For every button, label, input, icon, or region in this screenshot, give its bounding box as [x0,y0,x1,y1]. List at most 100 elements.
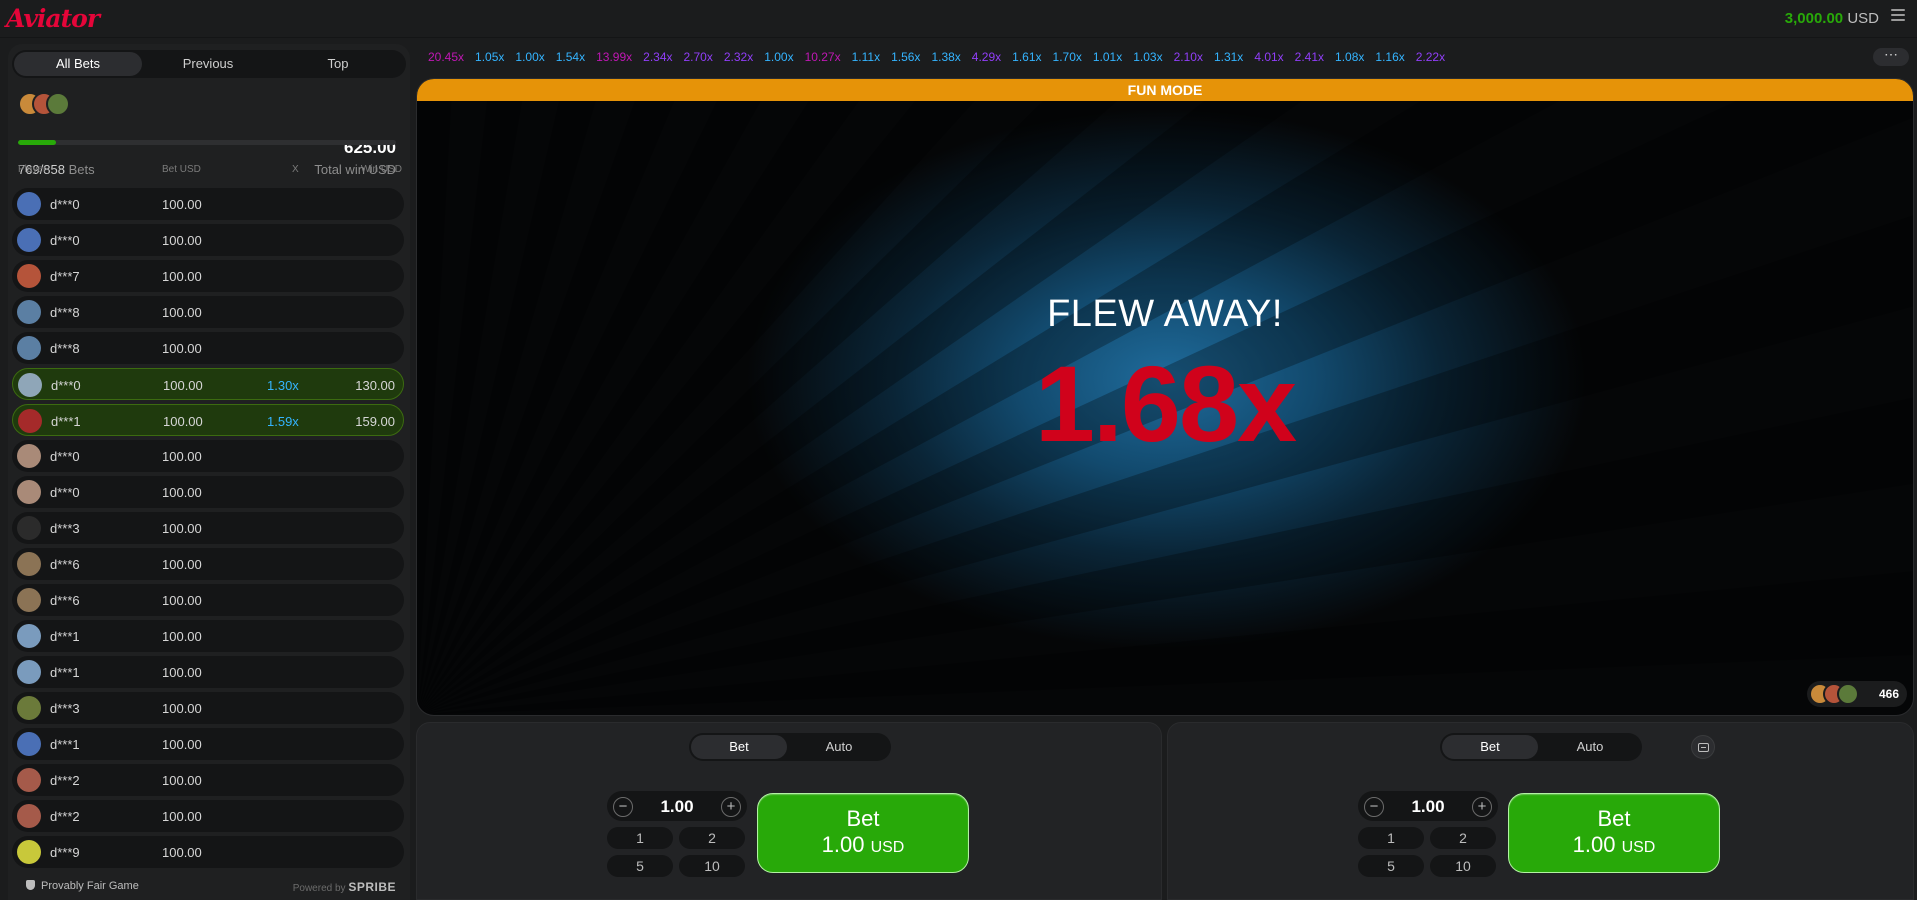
history-multiplier[interactable]: 2.32x [724,50,753,64]
aviator-logo[interactable]: Aviator [6,4,100,33]
bet-row: d***0 100.00 [12,476,404,508]
bet-row: d***1 100.00 [12,656,404,688]
bet-amount-stepper: − 1.00 + [1358,791,1498,821]
quick-amount-2[interactable]: 2 [679,827,745,849]
history-multiplier[interactable]: 1.00x [764,50,793,64]
bet-row: d***8 100.00 [12,296,404,328]
bet-row: d***0 100.00 1.30x 130.00 [12,368,404,400]
provably-fair[interactable]: Provably Fair Game [26,880,139,892]
bet-button-label: Bet [846,806,880,831]
avatar [18,373,42,397]
quick-amount-10[interactable]: 10 [679,855,745,877]
top-bar: Aviator 3,000.00 USD [0,0,1917,38]
bet-amount: 100.00 [162,737,202,752]
bet-amount: 100.00 [162,521,202,536]
increase-button[interactable]: + [1472,797,1492,817]
history-multiplier[interactable]: 1.11x [852,50,880,64]
history-multiplier[interactable]: 13.99x [596,50,632,64]
history-multiplier[interactable]: 2.34x [643,50,672,64]
tab-previous[interactable]: Previous [144,52,272,76]
bet-row: d***9 100.00 [12,836,404,868]
avatar [17,840,41,864]
player-name: d***0 [50,485,80,500]
history-multiplier[interactable]: 2.10x [1174,50,1203,64]
bet-amount: 100.00 [162,809,202,824]
quick-amount-1[interactable]: 1 [607,827,673,849]
bet-row: d***3 100.00 [12,692,404,724]
tab-all-bets[interactable]: All Bets [14,52,142,76]
tab-auto[interactable]: Auto [791,735,887,759]
history-multiplier[interactable]: 10.27x [805,50,841,64]
quick-amount-10[interactable]: 10 [1430,855,1496,877]
quick-amount-5[interactable]: 5 [607,855,673,877]
quick-amount-5[interactable]: 5 [1358,855,1424,877]
history-multiplier[interactable]: 2.22x [1416,50,1445,64]
bet-row: d***1 100.00 [12,620,404,652]
bet-amount: 100.00 [162,773,202,788]
bet-amount: 100.00 [162,557,202,572]
bet-amount: 100.00 [162,593,202,608]
bets-tabs: All Bets Previous Top [12,50,406,78]
history-multiplier[interactable]: 1.00x [515,50,544,64]
history-multiplier[interactable]: 1.54x [556,50,585,64]
history-multiplier[interactable]: 1.56x [891,50,920,64]
tab-bet[interactable]: Bet [691,735,787,759]
history-multiplier[interactable]: 1.38x [931,50,960,64]
col-x: X [292,164,299,175]
bet-button-currency: USD [870,839,905,856]
history-multiplier[interactable]: 4.01x [1254,50,1283,64]
history-multiplier[interactable]: 1.16x [1375,50,1404,64]
avatar [17,768,41,792]
crash-multiplier: 1.68x [1034,343,1297,464]
quick-amount-2[interactable]: 2 [1430,827,1496,849]
player-name: d***0 [51,378,81,393]
remove-bet-panel-icon[interactable] [1691,735,1715,759]
player-name: d***1 [51,414,81,429]
history-multiplier[interactable]: 1.61x [1012,50,1041,64]
online-players-count: 466 [1878,687,1899,701]
history-multiplier[interactable]: 2.41x [1295,50,1324,64]
tab-auto[interactable]: Auto [1542,735,1638,759]
bet-row: d***7 100.00 [12,260,404,292]
bets-progress-bar [18,140,396,145]
history-multiplier[interactable]: 1.03x [1133,50,1162,64]
balance-currency: USD [1847,10,1879,27]
tab-top[interactable]: Top [274,52,402,76]
bet-row: d***6 100.00 [12,584,404,616]
quick-amount-1[interactable]: 1 [1358,827,1424,849]
player-name: d***1 [50,665,80,680]
avatar [17,300,41,324]
place-bet-button[interactable]: Bet 1.00 USD [1508,793,1720,873]
player-name: d***1 [50,629,80,644]
bet-amount: 100.00 [162,665,202,680]
history-multiplier[interactable]: 1.08x [1335,50,1364,64]
history-multiplier[interactable]: 1.70x [1053,50,1082,64]
bets-list: d***0 100.00 d***0 100.00 d***7 100.00 d***8 10… [12,188,404,872]
history-multiplier[interactable]: 20.45x [428,50,464,64]
fun-mode-banner: FUN MODE [417,79,1913,101]
top-players-avatars [18,92,84,118]
provably-fair-label: Provably Fair Game [41,880,139,892]
increase-button[interactable]: + [721,797,741,817]
hamburger-menu-icon[interactable] [1891,9,1905,23]
history-multiplier[interactable]: 1.01x [1093,50,1122,64]
history-multiplier[interactable]: 1.05x [475,50,504,64]
player-name: d***2 [50,809,80,824]
history-more-button[interactable]: ⋯ [1873,47,1909,66]
bet-amount: 100.00 [162,701,202,716]
history-multiplier[interactable]: 2.70x [684,50,713,64]
bet-amount: 100.00 [162,305,202,320]
bet-amount: 100.00 [162,233,202,248]
bet-row: d***1 100.00 1.59x 159.00 [12,404,404,436]
avatar [17,588,41,612]
bet-panel-1: Bet Auto − 1.00 + 1 2 5 10 Bet 1.00 USD [416,722,1162,900]
bet-amount: 100.00 [162,449,202,464]
player-name: d***1 [50,737,80,752]
tab-bet[interactable]: Bet [1442,735,1538,759]
player-name: d***3 [50,701,80,716]
bet-row: d***0 100.00 [12,188,404,220]
history-multiplier[interactable]: 4.29x [972,50,1001,64]
place-bet-button[interactable]: Bet 1.00 USD [757,793,969,873]
history-multiplier[interactable]: 1.31x [1214,50,1243,64]
bet-button-amount: 1.00 [1572,832,1616,857]
